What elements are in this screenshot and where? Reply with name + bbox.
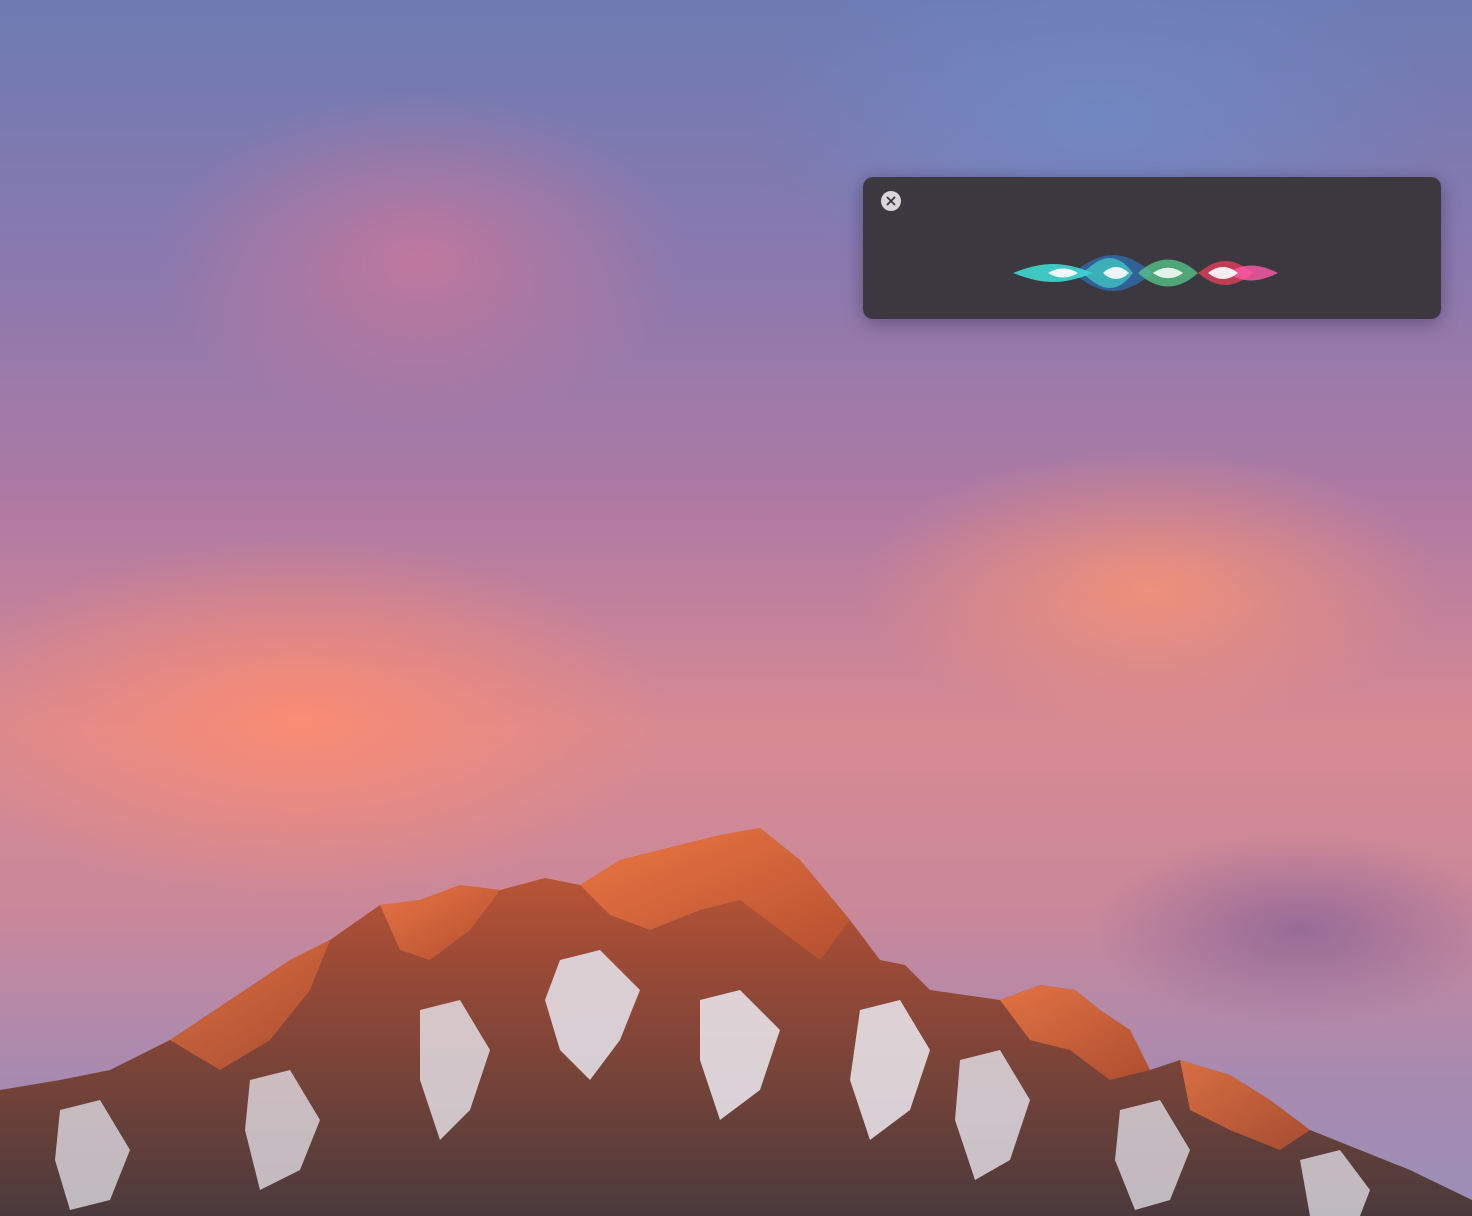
siri-waveform-icon (953, 255, 1353, 291)
desktop-wallpaper (0, 0, 1472, 1216)
close-icon (886, 196, 896, 206)
siri-panel (863, 177, 1441, 319)
close-button[interactable] (881, 191, 901, 211)
